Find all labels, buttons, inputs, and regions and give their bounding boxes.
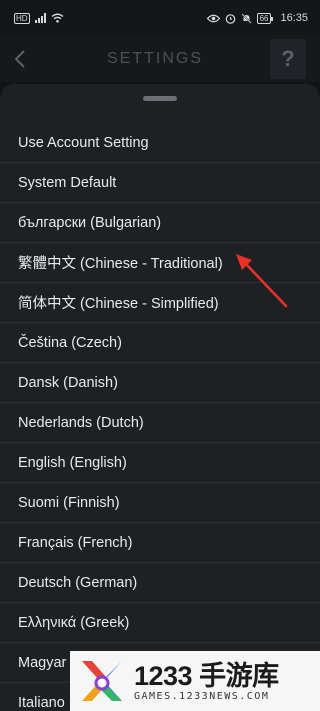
language-option-english[interactable]: English (English) bbox=[0, 443, 320, 483]
language-option-dutch[interactable]: Nederlands (Dutch) bbox=[0, 403, 320, 443]
signal-icon bbox=[34, 13, 46, 23]
language-sheet: Use Account Setting System Default бълга… bbox=[0, 84, 320, 711]
status-bar: HD 66 16:35 bbox=[0, 0, 320, 36]
help-button[interactable]: ? bbox=[269, 39, 306, 79]
language-option-greek[interactable]: Ελληνικά (Greek) bbox=[0, 603, 320, 643]
status-left: HD bbox=[14, 12, 64, 24]
watermark-text: 1233 手游库 GAMES.1233NEWS.COM bbox=[134, 661, 279, 702]
hd-icon: HD bbox=[14, 12, 30, 24]
language-option-bulgarian[interactable]: български (Bulgarian) bbox=[0, 203, 320, 243]
app-bar: SETTINGS ? bbox=[0, 36, 320, 82]
watermark-main: 1233 手游库 bbox=[134, 660, 279, 691]
wifi-icon bbox=[51, 13, 64, 23]
language-list: Use Account Setting System Default бълга… bbox=[0, 123, 320, 711]
status-right: 66 16:35 bbox=[206, 12, 308, 24]
language-option-system-default[interactable]: System Default bbox=[0, 163, 320, 203]
chevron-left-icon bbox=[14, 50, 25, 68]
language-option-finnish[interactable]: Suomi (Finnish) bbox=[0, 483, 320, 523]
sheet-drag-handle[interactable] bbox=[143, 96, 177, 101]
language-option-german[interactable]: Deutsch (German) bbox=[0, 563, 320, 603]
language-option-account-setting[interactable]: Use Account Setting bbox=[0, 123, 320, 163]
language-option-chinese-simplified[interactable]: 简体中文 (Chinese - Simplified) bbox=[0, 283, 320, 323]
mute-icon bbox=[240, 12, 252, 24]
alarm-icon bbox=[225, 13, 235, 24]
watermark-logo-icon bbox=[82, 661, 122, 701]
language-option-czech[interactable]: Čeština (Czech) bbox=[0, 323, 320, 363]
site-watermark: 1233 手游库 GAMES.1233NEWS.COM bbox=[70, 651, 320, 711]
status-time: 16:35 bbox=[280, 12, 308, 24]
language-option-chinese-traditional[interactable]: 繁體中文 (Chinese - Traditional) bbox=[0, 243, 320, 283]
eye-icon bbox=[206, 14, 220, 22]
page-title: SETTINGS bbox=[106, 50, 203, 67]
language-option-french[interactable]: Français (French) bbox=[0, 523, 320, 563]
back-button[interactable] bbox=[0, 36, 40, 82]
watermark-sub: GAMES.1233NEWS.COM bbox=[134, 690, 270, 702]
battery-icon: 66 bbox=[256, 12, 274, 24]
language-option-danish[interactable]: Dansk (Danish) bbox=[0, 363, 320, 403]
